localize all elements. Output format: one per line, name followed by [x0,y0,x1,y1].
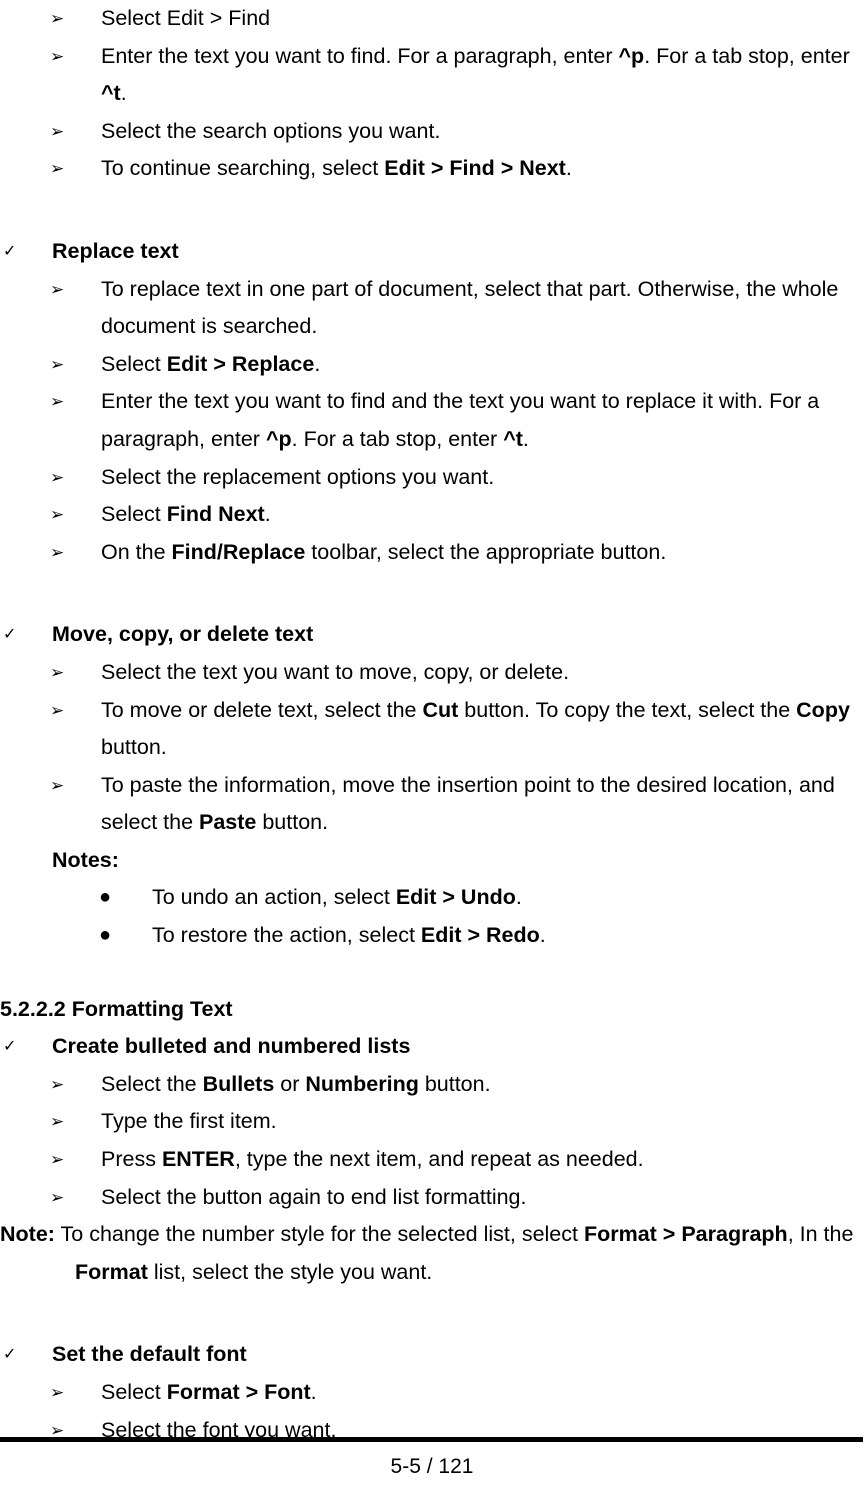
list-item-select-edit-replace: ➢ Select Edit > Replace. [0,346,864,384]
arrow-bullet-icon: ➢ [50,1187,65,1207]
footer-divider [0,1437,863,1442]
list-item-text: Enter the text you want to find and the … [101,389,820,451]
list-item-text: To undo an action, select Edit > Undo. [152,885,522,910]
list-item-find-replace-toolbar: ➢ On the Find/Replace toolbar, select the… [0,534,864,572]
check-icon: ✓ [3,626,17,644]
arrow-bullet-icon: ➢ [50,1383,65,1402]
list-item-text: Select Edit > Replace. [101,351,321,376]
list-item-text: Type the first item. [101,1109,277,1134]
list-item-text: On the Find/Replace toolbar, select the … [101,539,667,564]
note-item-redo: ● To restore the action, select Edit > Re… [0,917,864,955]
heading-text: Create bulleted and numbered lists [52,1034,411,1059]
list-item-text: Select the Bullets or Numbering button. [101,1071,491,1096]
spacer-after-replace [0,571,864,616]
list-item-press-enter: ➢ Press ENTER, type the next item, and re… [0,1141,864,1179]
list-item-text: Enter the text you want to find. For a p… [101,43,850,106]
list-item-text: To replace text in one part of document,… [101,276,839,339]
arrow-bullet-icon: ➢ [50,392,65,412]
check-icon: ✓ [3,242,17,260]
list-item-text: To continue searching, select Edit > Fin… [101,156,572,181]
list-item-text: To move or delete text, select the Cut b… [101,697,850,760]
list-item-select-format-font: ➢ Select Format > Font. [0,1374,864,1412]
list-item-select-bullets-numbering: ➢ Select the Bullets or Numbering button. [0,1066,864,1104]
arrow-bullet-icon: ➢ [50,662,65,682]
list-item-select-button-again: ➢ Select the button again to end list for… [0,1179,864,1217]
list-item-type-first-item: ➢ Type the first item. [0,1103,864,1141]
list-item-select-find-next: ➢ Select Find Next. [0,496,864,534]
heading-move-copy-delete-text: ✓ Move, copy, or delete text [0,616,864,654]
list-item-text: Select the search options you want. [101,118,441,143]
list-item-text: To paste the information, move the inser… [101,772,835,835]
arrow-bullet-icon: ➢ [50,279,65,299]
note-paragraph-number-style: Note: To change the number style for the… [0,1222,854,1284]
section-heading-formatting-text: 5.2.2.2 Formatting Text [0,996,233,1021]
list-item-select-search-options: ➢ Select the search options you want. [0,113,864,151]
notes-label: Notes: [52,847,119,872]
list-item-text: Select the text you want to move, copy, … [101,659,570,684]
round-bullet-icon: ● [99,924,112,947]
heading-text: Set the default font [52,1342,247,1367]
arrow-bullet-icon: ➢ [50,159,65,179]
list-item-cut-copy: ➢ To move or delete text, select the Cut … [0,692,864,767]
arrow-bullet-icon: ➢ [50,1150,65,1170]
list-item-continue-searching: ➢ To continue searching, select Edit > Fi… [0,150,864,188]
heading-set-the-default-font: ✓ Set the default font [0,1336,864,1374]
arrow-bullet-icon: ➢ [50,700,65,720]
list-item-text: Select Find Next. [101,502,271,527]
list-item-replace-in-part: ➢ To replace text in one part of document… [0,271,864,346]
round-bullet-icon: ● [99,886,112,909]
heading-text: Move, copy, or delete text [52,622,314,647]
list-item-paste: ➢ To paste the information, move the inse… [0,767,864,842]
note-item-undo: ● To undo an action, select Edit > Undo. [0,879,864,917]
arrow-bullet-icon: ➢ [50,1420,65,1440]
arrow-bullet-icon: ➢ [50,1074,65,1094]
arrow-bullet-icon: ➢ [50,9,65,28]
footer-page-number: 5-5 / 121 [390,1455,474,1478]
arrow-bullet-icon: ➢ [50,1112,65,1132]
list-item-text: Select Format > Font. [101,1380,317,1404]
list-item-select-font-you-want: ➢ Select the font you want. [0,1412,864,1450]
list-item-text: Select the replacement options you want. [101,464,495,489]
check-icon: ✓ [3,1346,17,1364]
heading-text: Replace text [52,238,179,263]
check-icon: ✓ [3,1038,17,1056]
list-item-text: Select the button again to end list form… [101,1184,527,1209]
list-item-enter-find-and-replace-text: ➢ Enter the text you want to find and the… [0,383,864,458]
spacer-before-default-font [0,1291,864,1336]
list-item-text: Press ENTER, type the next item, and rep… [101,1147,644,1172]
arrow-bullet-icon: ➢ [50,775,65,795]
spacer-after-find [0,188,864,233]
list-item-text: Select Edit > Find [101,6,271,30]
arrow-bullet-icon: ➢ [50,542,65,562]
spacer-before-section [0,955,864,991]
arrow-bullet-icon: ➢ [50,121,65,141]
arrow-bullet-icon: ➢ [50,46,65,66]
heading-replace-text: ✓ Replace text [0,233,864,271]
heading-create-bulleted-numbered-lists: ✓ Create bulleted and numbered lists [0,1028,864,1066]
arrow-bullet-icon: ➢ [50,467,65,487]
list-item-select-replacement-options: ➢ Select the replacement options you want… [0,459,864,497]
list-item-select-edit-find: ➢ Select Edit > Find [0,0,864,38]
arrow-bullet-icon: ➢ [50,354,65,374]
list-item-text: To restore the action, select Edit > Red… [152,923,546,948]
arrow-bullet-icon: ➢ [50,505,65,525]
list-item-enter-find-text: ➢ Enter the text you want to find. For a … [0,38,864,113]
document-content: ➢ Select Edit > Find ➢ Enter the text you w… [0,0,864,1449]
list-item-select-text-to-move: ➢ Select the text you want to move, copy,… [0,654,864,692]
document-page: ➢ Select Edit > Find ➢ Enter the text you w… [0,0,864,1486]
